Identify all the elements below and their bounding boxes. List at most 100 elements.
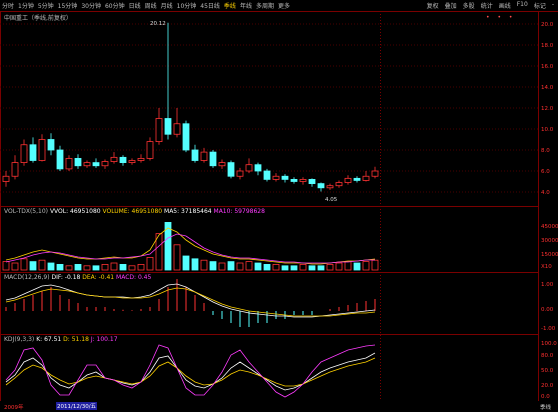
volume-bar [74,263,82,271]
macd-value: MACD: 0.45 [116,274,152,281]
macd-dif-line [5,283,376,318]
candle-body [290,178,298,182]
candle-body [236,170,244,177]
volume-bar [65,265,73,271]
volume-bar [173,244,181,271]
volume-bar [11,262,19,271]
vol-label: VOL-TDX(5,10) [4,208,49,215]
candle-body [272,175,280,180]
price-tick: 16.0 [541,64,554,70]
volume-bar [317,265,325,271]
volume-bar [110,262,118,271]
candle-body [227,162,235,177]
candle-body [92,162,100,167]
volume-bar [299,263,307,271]
volume-bar [209,261,217,271]
dif-value: DIF: -0.18 [51,274,81,281]
volume-bar [146,256,154,271]
candle-body [83,162,91,167]
vol-ma10-line [5,233,375,264]
candle-body [38,139,46,161]
volume-bar [101,263,109,271]
volume-bar [191,258,199,271]
volume-bar [83,265,91,271]
vol-tick: 45000 [541,224,558,230]
volume-bar [128,265,136,271]
kdj-axis: 100.0 80.0 50.0 20.0 0.0 [541,341,557,400]
volume-bar [20,258,28,271]
volume-bar [326,263,334,271]
volume-bar [254,262,262,271]
volume-bar [119,263,127,271]
candle-body [20,144,28,164]
vol-ma5-line [5,227,376,265]
kdj-tick: 20.0 [541,383,554,389]
volume-bar [263,263,271,271]
candle-body [2,175,10,182]
volume-bar [362,261,370,271]
macd-tick: 0.00 [541,307,554,313]
volume-bar [371,259,379,271]
volume-bar [200,259,208,271]
volume-bar [2,261,10,271]
candle-body [29,144,37,161]
candle-body [254,164,262,172]
vol-tick: 30000 [541,238,558,244]
macd-label: MACD(12,26,9) [4,274,50,281]
volume-bar [92,265,100,271]
vol-tick: 15000 [541,252,558,258]
candle-body [281,175,289,180]
volume-value: VOLUME: 46951080 [102,208,163,215]
candle-body [191,149,199,161]
volume-bar [281,265,289,271]
candle-body [182,123,190,151]
high-price-annotation: 20.12 [150,21,166,27]
candle-body [56,149,64,170]
price-tick: 14.0 [541,85,554,91]
candle-body [47,139,55,151]
vol-legend: VOL-TDX(5,10) VVOL: 46951080 VOLUME: 469… [4,208,265,215]
candle-body [164,118,172,135]
price-tick: 6.0 [541,169,550,175]
candle-body [110,156,118,162]
chart-canvas[interactable]: 20.0 18.0 16.0 14.0 12.0 10.0 8.0 6.0 4.0 45000 3… [0,0,558,412]
candle-body [101,161,109,167]
volume-bar [227,261,235,271]
candle-body [11,162,19,177]
volume-bar [344,261,352,271]
volume-bar [38,259,46,271]
price-tick: 8.0 [541,148,550,154]
volume-bar [308,265,316,271]
candle-body [308,178,316,184]
d-value: D: 51.18 [63,336,89,343]
kdj-k-line [5,352,376,391]
candlesticks [2,22,379,192]
kdj-tick: 80.0 [541,353,554,359]
vol-tick: X10 [541,264,552,270]
volume-bar [29,261,37,271]
candle-body [353,177,361,181]
ma10-value: MA10: 59798628 [213,208,265,215]
candle-body [299,178,307,182]
period-indicator: 季线 [540,405,552,411]
candle-body [137,157,145,161]
macd-legend: MACD(12,26,9) DIF: -0.18 DEA: -0.41 MACD… [4,274,151,281]
vvol-value: VVOL: 46951080 [49,208,101,215]
price-grid [0,23,539,193]
dea-value: DEA: -0.41 [82,274,115,281]
macd-tick: 1.00 [541,282,554,288]
k-value: K: 67.51 [36,336,62,343]
kdj-tick: 0.0 [541,394,550,400]
ma5-value: MA5: 37185464 [164,208,212,215]
price-tick: 4.0 [541,190,550,196]
date-start: 2009年 [4,405,24,411]
kdj-d-line [5,357,376,387]
candle-body [209,151,217,167]
j-value: J: 100.17 [90,336,118,343]
kdj-j-line [5,344,376,398]
volume-bar [335,262,343,271]
volume-bar [245,261,253,271]
candle-body [317,183,325,189]
price-tick: 18.0 [541,43,554,49]
date-cursor-label: 2011/12/30/五 [56,402,98,410]
